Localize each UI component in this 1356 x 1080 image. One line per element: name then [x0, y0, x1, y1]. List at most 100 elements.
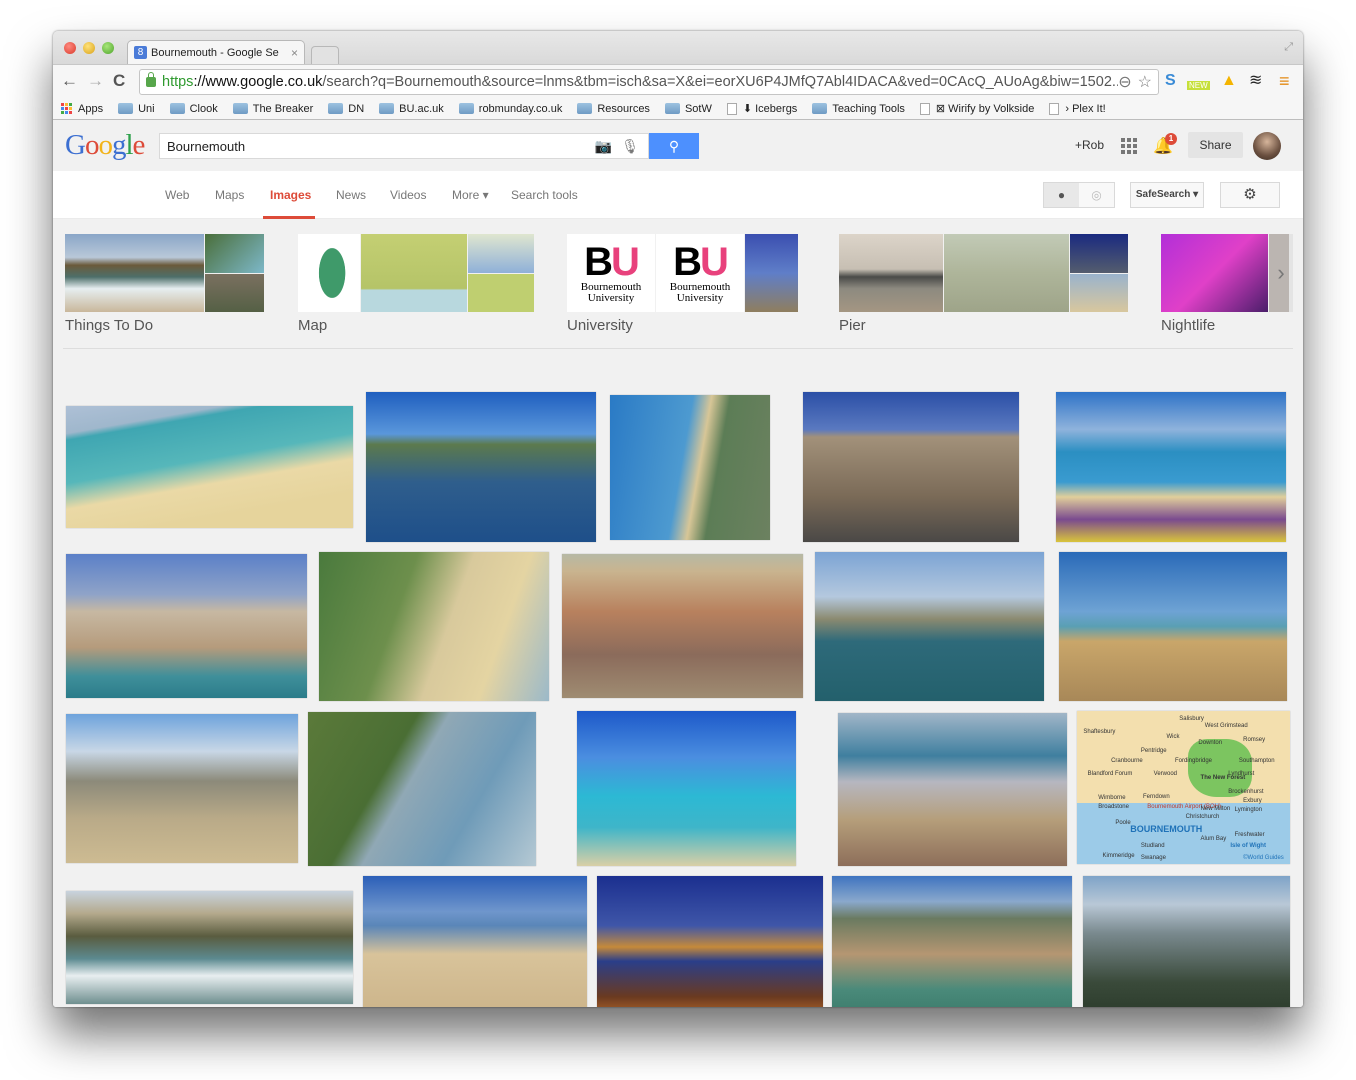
zoom-icon[interactable]: ⊖	[1118, 72, 1131, 92]
image-result[interactable]	[832, 876, 1072, 1007]
logo-letter: G	[65, 129, 86, 161]
sync-extension-icon[interactable]: S	[1165, 71, 1176, 91]
settings-gear-icon[interactable]: ⚙	[1220, 182, 1280, 208]
chrome-menu-icon[interactable]: ≡	[1279, 71, 1290, 91]
image-result[interactable]	[562, 554, 803, 698]
image-result[interactable]	[66, 891, 353, 1004]
category-label: Pier	[839, 317, 866, 334]
share-button[interactable]: Share	[1188, 132, 1243, 158]
search-button[interactable]: ⚲	[649, 133, 699, 159]
image-result[interactable]	[366, 392, 596, 542]
category-thumbnail	[468, 234, 534, 273]
image-result[interactable]	[1056, 392, 1286, 542]
bookmark-folder[interactable]: DN	[328, 103, 364, 115]
safesearch-dropdown[interactable]: SafeSearch ▾	[1130, 182, 1204, 208]
bookmark-folder[interactable]: Uni	[118, 103, 155, 115]
map-image-result[interactable]: Salisbury West Grimstead Shaftesbury Wic…	[1077, 711, 1290, 864]
buffer-icon[interactable]: ≋	[1249, 71, 1262, 91]
bookmark-folder[interactable]: Clook	[169, 102, 218, 115]
next-categories-chevron-icon[interactable]: ›	[1269, 234, 1293, 312]
fullscreen-icon[interactable]: ⤢	[1284, 41, 1293, 54]
tab-maps[interactable]: Maps	[215, 188, 244, 202]
bookmark-label: ⊠ Wirify by Volkside	[935, 103, 1035, 115]
bookmark-label: Clook	[189, 102, 218, 115]
close-window-button[interactable]	[64, 42, 76, 54]
tab-images[interactable]: Images	[270, 188, 311, 202]
image-result[interactable]	[363, 876, 587, 1007]
map-label: Freshwater	[1234, 831, 1265, 838]
google-logo[interactable]: Google	[65, 129, 146, 162]
minimize-window-button[interactable]	[83, 42, 95, 54]
tab-web[interactable]: Web	[165, 188, 189, 202]
address-bar[interactable]: https://www.google.co.uk/search?q=Bourne…	[139, 69, 1159, 95]
search-input[interactable]: Bournemouth 📷 🎙	[159, 133, 649, 159]
avatar[interactable]	[1253, 132, 1281, 160]
bookmark-folder[interactable]: The Breaker	[232, 103, 313, 115]
image-result[interactable]	[1059, 552, 1287, 701]
browser-toolbar: ← → C https://www.google.co.uk/search?q=…	[53, 64, 1303, 98]
image-result[interactable]	[577, 711, 796, 866]
bookmark-apps[interactable]: Apps	[61, 103, 103, 115]
category-thumbnail	[205, 273, 264, 312]
category-pier[interactable]: Pier	[839, 234, 1128, 334]
image-result[interactable]	[838, 713, 1067, 866]
image-result[interactable]	[803, 392, 1019, 542]
category-label: Things To Do	[65, 317, 154, 334]
globe-icon: ◎	[1091, 188, 1102, 202]
category-label: University	[567, 317, 633, 334]
map-label: Blandford Forum	[1087, 770, 1133, 777]
bookmark-page[interactable]: ⬇ Icebergs	[726, 102, 798, 115]
image-result[interactable]	[1083, 876, 1290, 1007]
category-map[interactable]: Map	[298, 234, 534, 334]
folder-icon	[169, 103, 185, 114]
bookmark-label: ⬇ Icebergs	[742, 103, 798, 115]
personal-results-button[interactable]: ●	[1044, 183, 1079, 207]
category-university[interactable]: BU Bournemouth University BU Bournemouth Uni…	[567, 234, 798, 334]
close-tab-icon[interactable]: ×	[291, 46, 298, 60]
bookmark-folder[interactable]: Resources	[577, 103, 650, 115]
image-result[interactable]	[66, 714, 298, 863]
tab-news[interactable]: News	[336, 188, 366, 202]
tab-search-tools[interactable]: Search tools	[511, 188, 578, 202]
bookmark-folder[interactable]: BU.ac.uk	[379, 103, 444, 115]
tab-more[interactable]: More ▾	[452, 188, 489, 202]
back-button[interactable]: ←	[61, 71, 78, 91]
bookmark-folder[interactable]: Teaching Tools	[812, 103, 905, 115]
tab-videos[interactable]: Videos	[390, 188, 426, 202]
image-result[interactable]	[319, 552, 549, 701]
image-result[interactable]	[610, 395, 770, 540]
category-things-to-do[interactable]: Things To Do	[65, 234, 264, 334]
google-favicon-icon: 8	[134, 46, 147, 59]
map-label: Downton	[1198, 740, 1223, 747]
forward-button[interactable]: →	[87, 71, 104, 91]
image-result[interactable]	[66, 406, 353, 528]
bookmark-label: Uni	[138, 102, 155, 115]
bookmark-star-icon[interactable]: ☆	[1138, 72, 1152, 92]
google-drive-icon[interactable]: ▲	[1221, 71, 1237, 91]
microphone-icon[interactable]: 🎙	[621, 138, 639, 155]
folder-icon	[458, 103, 474, 114]
zoom-window-button[interactable]	[102, 42, 114, 54]
category-thumbnail	[1070, 273, 1128, 312]
camera-icon[interactable]: 📷	[595, 138, 612, 155]
browser-tab[interactable]: 8 Bournemouth - Google Se ×	[127, 40, 305, 64]
reload-button[interactable]: C	[113, 71, 125, 91]
category-thumbnail	[1070, 234, 1128, 273]
image-result[interactable]	[66, 554, 307, 698]
global-results-button[interactable]: ◎	[1079, 183, 1114, 207]
user-link[interactable]: +Rob	[1075, 138, 1104, 152]
image-result[interactable]	[308, 712, 536, 866]
bookmark-page[interactable]: ⊠ Wirify by Volkside	[919, 102, 1035, 115]
bookmark-folder[interactable]: SotW	[664, 103, 712, 115]
logo-letter: e	[132, 129, 146, 161]
apps-grid-icon[interactable]	[1121, 138, 1137, 154]
category-strip: Things To Do Map BU Bournemouth University…	[63, 219, 1293, 349]
logo-letter: l	[125, 129, 133, 161]
new-tab-button[interactable]	[311, 46, 339, 64]
bookmark-folder[interactable]: robmunday.co.uk	[458, 103, 562, 115]
image-result[interactable]	[597, 876, 823, 1007]
new-extension-icon[interactable]: NEW	[1187, 81, 1210, 90]
search-icon: ⚲	[668, 138, 680, 154]
bookmark-page[interactable]: › Plex It!	[1049, 102, 1106, 115]
image-result[interactable]	[815, 552, 1044, 701]
